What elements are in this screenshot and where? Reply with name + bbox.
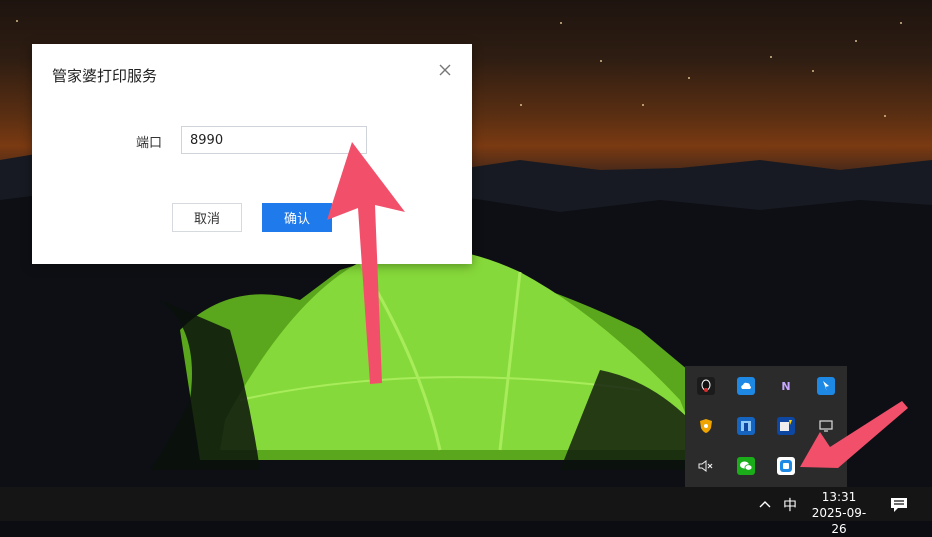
input-method-indicator[interactable]: 中	[783, 495, 797, 515]
clock-date: 2025-09-26	[811, 506, 867, 536]
network-monitor-icon[interactable]	[817, 417, 835, 435]
taskbar-clock[interactable]: 13:31 2025-09-26	[806, 489, 872, 537]
star	[520, 104, 522, 106]
star	[812, 70, 814, 72]
qq-icon[interactable]	[697, 377, 715, 395]
update-tool-icon[interactable]	[777, 417, 795, 435]
star	[884, 115, 886, 117]
tray-overflow-panel: N	[685, 366, 847, 487]
star	[900, 22, 902, 24]
star	[688, 77, 690, 79]
port-input[interactable]	[181, 126, 367, 154]
dialog-title: 管家婆打印服务	[52, 67, 158, 85]
confirm-button[interactable]: 确认	[262, 203, 332, 232]
clock-time: 13:31	[821, 490, 857, 504]
star	[560, 22, 562, 24]
notification-icon[interactable]	[890, 497, 908, 513]
wechat-icon[interactable]	[737, 457, 755, 475]
print-service-dialog: 管家婆打印服务 端口 取消 确认	[32, 44, 472, 264]
onenote-tool-icon[interactable]: N	[777, 377, 795, 395]
feishu-icon[interactable]	[817, 377, 835, 395]
print-service-icon[interactable]	[777, 457, 795, 475]
taskbar: 中 13:31 2025-09-26	[0, 487, 932, 536]
star	[855, 40, 857, 42]
security-shield-icon[interactable]	[697, 417, 715, 435]
star	[642, 104, 644, 106]
port-label: 端口	[136, 136, 163, 151]
baidu-netdisk-icon[interactable]	[737, 377, 755, 395]
star	[600, 60, 602, 62]
cancel-button[interactable]: 取消	[172, 203, 242, 232]
star	[16, 20, 18, 22]
close-icon[interactable]	[437, 62, 453, 78]
bluetooth-app-icon[interactable]	[737, 417, 755, 435]
speaker-muted-icon[interactable]	[697, 457, 715, 475]
chevron-up-icon[interactable]	[757, 496, 773, 512]
star	[770, 56, 772, 58]
